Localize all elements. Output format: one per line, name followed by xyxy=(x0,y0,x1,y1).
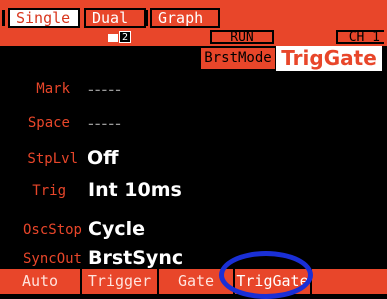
trig-label: Trig xyxy=(32,183,66,199)
page-indicator: 2 xyxy=(108,31,132,44)
page-block-icon xyxy=(108,34,118,42)
tab-dual[interactable]: Dual xyxy=(84,8,146,28)
sync-out-label: SyncOut xyxy=(22,251,82,267)
page-number: 2 xyxy=(119,31,131,43)
mark-value[interactable]: ----- xyxy=(88,80,122,99)
tab-single[interactable]: Single xyxy=(8,8,80,28)
tab-separator xyxy=(145,10,148,26)
space-value[interactable]: ----- xyxy=(88,114,122,133)
run-status: RUN xyxy=(210,30,274,44)
osc-stop-value[interactable]: Cycle xyxy=(88,218,145,240)
softkey-auto[interactable]: Auto xyxy=(0,269,80,294)
stop-level-value[interactable]: Off xyxy=(87,147,119,169)
softkey-triggate[interactable]: TrigGate xyxy=(233,269,310,294)
softkey-gate[interactable]: Gate xyxy=(157,269,233,294)
tab-graph[interactable]: Graph xyxy=(150,8,220,28)
space-label: Space xyxy=(27,115,70,131)
tab-separator xyxy=(2,10,5,26)
trigger-type-badge: TrigGate xyxy=(276,46,382,71)
instrument-screen: Single Dual Graph 2 RUN CH 1 BrstMode Tr… xyxy=(0,0,387,299)
top-tab-bar: Single Dual Graph 2 RUN CH 1 xyxy=(0,0,387,46)
burst-mode-badge: BrstMode xyxy=(201,48,275,69)
stop-level-label: StpLvl xyxy=(27,151,78,167)
softkey-trigger[interactable]: Trigger xyxy=(80,269,157,294)
softkey-empty[interactable] xyxy=(310,269,387,294)
trig-value[interactable]: Int 10ms xyxy=(88,179,182,201)
channel-indicator: CH 1 xyxy=(336,30,384,44)
osc-stop-label: OscStop xyxy=(22,222,82,238)
sync-out-value[interactable]: BrstSync xyxy=(88,247,183,269)
softkey-bar: Auto Trigger Gate TrigGate xyxy=(0,269,387,294)
mark-label: Mark xyxy=(36,81,70,97)
